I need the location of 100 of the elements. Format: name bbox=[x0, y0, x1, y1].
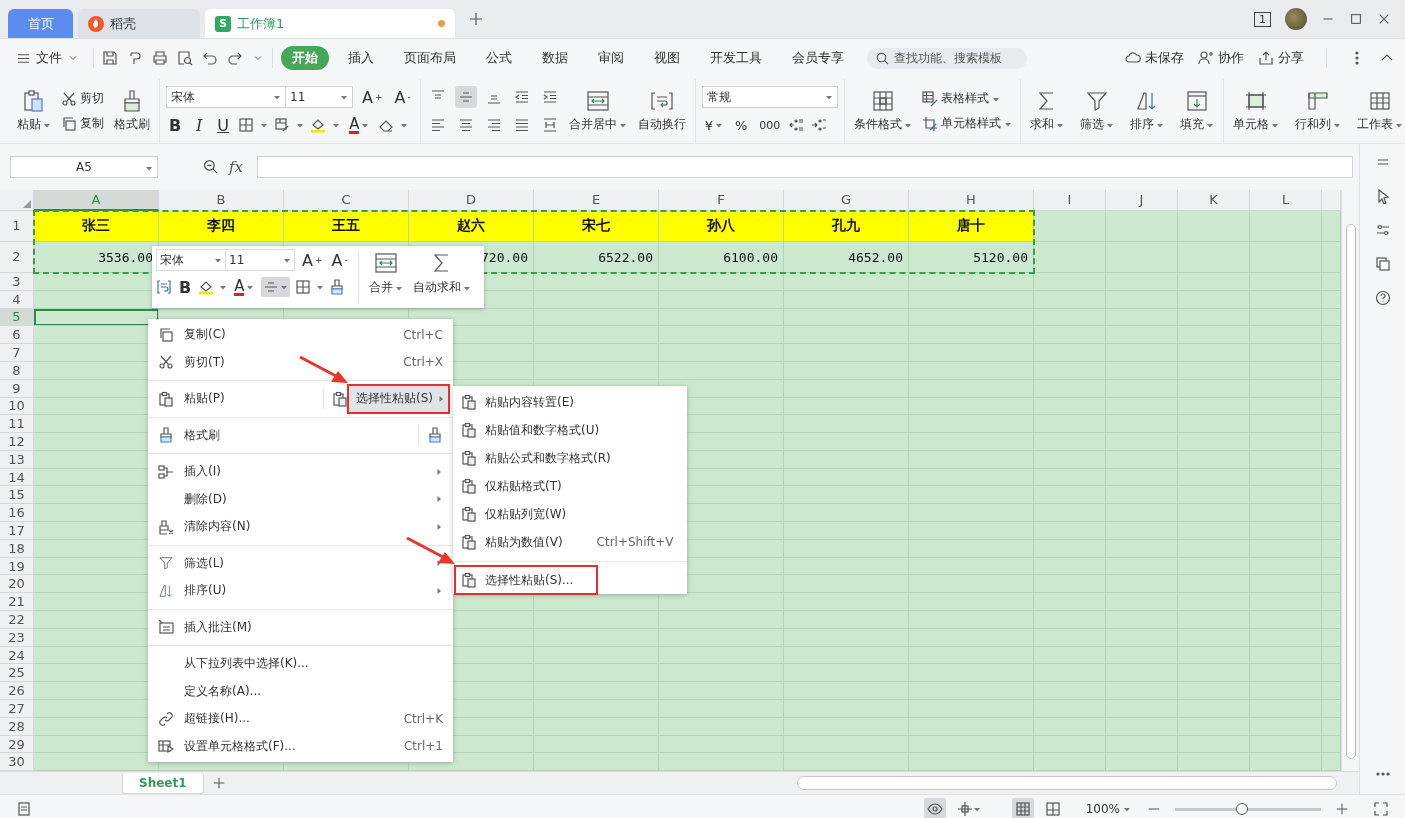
sum-button[interactable]: 求和 bbox=[1026, 87, 1067, 135]
menu-item[interactable]: 仅粘贴列宽(W) bbox=[453, 500, 687, 528]
file-menu[interactable]: 文件 bbox=[10, 45, 85, 71]
save-icon[interactable] bbox=[102, 50, 118, 66]
document-icon[interactable] bbox=[16, 801, 32, 817]
column-header[interactable]: D bbox=[409, 189, 534, 211]
menu-item[interactable]: 插入(I) bbox=[148, 458, 453, 486]
row-header[interactable]: 30 bbox=[0, 753, 34, 772]
toolbar-button[interactable]: 分享 bbox=[1258, 49, 1304, 67]
bold-button[interactable]: B bbox=[177, 276, 194, 298]
row-header[interactable]: 22 bbox=[0, 611, 34, 629]
row-header[interactable]: 17 bbox=[0, 522, 34, 540]
help-icon[interactable] bbox=[1374, 290, 1391, 306]
decimal-icon[interactable] bbox=[811, 117, 828, 133]
table-cell[interactable]: 6522.00 bbox=[598, 249, 653, 265]
currency-button[interactable]: ¥ bbox=[701, 114, 726, 136]
row-column-button[interactable]: 行和列 bbox=[1291, 87, 1344, 135]
row-header[interactable]: 16 bbox=[0, 504, 34, 523]
row-header[interactable]: 1 bbox=[0, 210, 34, 242]
cell-button[interactable]: 单元格 bbox=[1229, 87, 1282, 135]
italic-button[interactable]: I bbox=[190, 114, 209, 136]
plus-icon[interactable] bbox=[1335, 802, 1349, 816]
document-tab[interactable]: S 工作簿1 bbox=[205, 9, 455, 38]
table-cell[interactable]: 李四 bbox=[159, 210, 284, 242]
column-header[interactable]: J bbox=[1106, 189, 1178, 211]
row-header[interactable]: 11 bbox=[0, 415, 34, 434]
fill-button[interactable]: 填充 bbox=[1176, 87, 1217, 135]
format-painter-button[interactable]: 格式刷 bbox=[111, 87, 153, 135]
ribbon-tab[interactable]: 审阅 bbox=[587, 46, 635, 70]
worksheet-button[interactable]: 工作表 bbox=[1353, 87, 1405, 135]
normal-view-icon[interactable] bbox=[1014, 801, 1031, 817]
menu-item[interactable]: 排序(U) bbox=[148, 577, 453, 605]
window-count[interactable]: 1 bbox=[1254, 11, 1271, 27]
menu-item[interactable]: 粘贴为数值(V) Ctrl+Shift+V bbox=[453, 528, 687, 556]
align-button[interactable] bbox=[261, 277, 291, 297]
table-cell[interactable]: 6100.00 bbox=[723, 249, 778, 265]
row-header[interactable]: 6 bbox=[0, 326, 34, 345]
menu-item[interactable]: 复制(C) Ctrl+C bbox=[148, 321, 453, 349]
toolbar-button[interactable]: 未保存 bbox=[1125, 49, 1184, 67]
column-header[interactable]: H bbox=[909, 189, 1034, 211]
table-cell[interactable]: 5120.00 bbox=[973, 249, 1028, 265]
eye-icon[interactable] bbox=[926, 801, 943, 817]
menu-item[interactable]: 粘贴公式和数字格式(R) bbox=[453, 444, 687, 472]
font-size-select[interactable]: 11 bbox=[225, 249, 295, 271]
shrink-font-button[interactable]: A$^{-}$ bbox=[391, 86, 414, 108]
menu-item[interactable]: 清除内容(N) bbox=[148, 513, 453, 541]
row-header[interactable]: 26 bbox=[0, 682, 34, 701]
menu-item[interactable]: 设置单元格格式(F)... Ctrl+1 bbox=[148, 732, 453, 760]
table-cell[interactable]: 宋七 bbox=[534, 210, 659, 242]
font-size-select[interactable]: 11 bbox=[285, 86, 353, 108]
column-header[interactable]: F bbox=[659, 189, 784, 211]
menu-item[interactable]: 从下拉列表中选择(K)... bbox=[148, 650, 453, 678]
font-color-button[interactable]: A bbox=[346, 114, 373, 136]
menu-item[interactable]: 仅粘贴格式(T) bbox=[453, 472, 687, 500]
underline-button[interactable]: U bbox=[214, 114, 233, 136]
column-header[interactable]: K bbox=[1178, 189, 1250, 211]
menu-item[interactable]: 剪切(T) Ctrl+X bbox=[148, 348, 453, 376]
ribbon-tab[interactable]: 页面布局 bbox=[393, 46, 467, 70]
ribbon-tab[interactable]: 开发工具 bbox=[699, 46, 773, 70]
close-icon[interactable] bbox=[1377, 12, 1391, 26]
table-cell[interactable]: 王五 bbox=[284, 210, 409, 242]
cell-format-icon[interactable] bbox=[274, 117, 291, 133]
row-header[interactable]: 25 bbox=[0, 664, 34, 683]
wrap-text-button[interactable]: 自动换行 bbox=[634, 87, 689, 135]
merge-button[interactable]: 合并居中 bbox=[565, 87, 630, 135]
percent-button[interactable]: % bbox=[732, 114, 751, 136]
column-header[interactable]: E bbox=[534, 189, 659, 211]
name-box[interactable]: A5 bbox=[10, 155, 158, 178]
border-icon[interactable] bbox=[238, 117, 255, 133]
font-color-button[interactable]: A bbox=[232, 276, 257, 298]
toolbar-button[interactable]: 协作 bbox=[1198, 49, 1244, 67]
row-header[interactable]: 20 bbox=[0, 575, 34, 594]
menu-item[interactable]: 粘贴值和数字格式(U) bbox=[453, 416, 687, 444]
menu-item[interactable]: 格式刷 bbox=[148, 421, 410, 449]
decimal-icon[interactable] bbox=[789, 117, 806, 133]
merge-button[interactable]: 合并 bbox=[366, 249, 405, 305]
copy-button[interactable]: 复制 bbox=[59, 114, 106, 133]
sheet-tab[interactable]: Sheet1 bbox=[122, 772, 204, 794]
border-icon[interactable] bbox=[295, 279, 312, 295]
layers-icon[interactable] bbox=[1374, 256, 1391, 272]
search-field[interactable]: 查找功能、搜索模板 bbox=[867, 47, 1027, 69]
table-cell[interactable]: 张三 bbox=[34, 210, 159, 242]
row-header[interactable]: 2 bbox=[0, 241, 34, 273]
zoom-select[interactable]: 100% bbox=[1085, 802, 1131, 816]
fill-color-icon[interactable] bbox=[198, 279, 215, 295]
font-select[interactable]: 宋体 bbox=[166, 86, 286, 108]
menu-item[interactable]: 粘贴内容转置(E) bbox=[453, 388, 687, 416]
document-tab[interactable]: 稻壳 bbox=[78, 9, 200, 38]
grow-font-button[interactable]: A$^{+}$ bbox=[300, 249, 325, 271]
table-cell[interactable]: 4652.00 bbox=[848, 249, 903, 265]
column-header[interactable]: C bbox=[284, 189, 409, 211]
brush-icon[interactable] bbox=[427, 427, 443, 444]
clipboard-icon[interactable] bbox=[332, 390, 348, 407]
column-header[interactable]: I bbox=[1034, 189, 1106, 211]
menu-item[interactable]: 粘贴(P) bbox=[148, 385, 315, 413]
brush-icon[interactable] bbox=[329, 279, 346, 295]
row-header[interactable]: 12 bbox=[0, 433, 34, 451]
fill-color-icon[interactable] bbox=[310, 117, 327, 133]
table-cell[interactable]: 720.00 bbox=[481, 249, 528, 265]
cut-button[interactable]: 剪切 bbox=[59, 89, 106, 108]
